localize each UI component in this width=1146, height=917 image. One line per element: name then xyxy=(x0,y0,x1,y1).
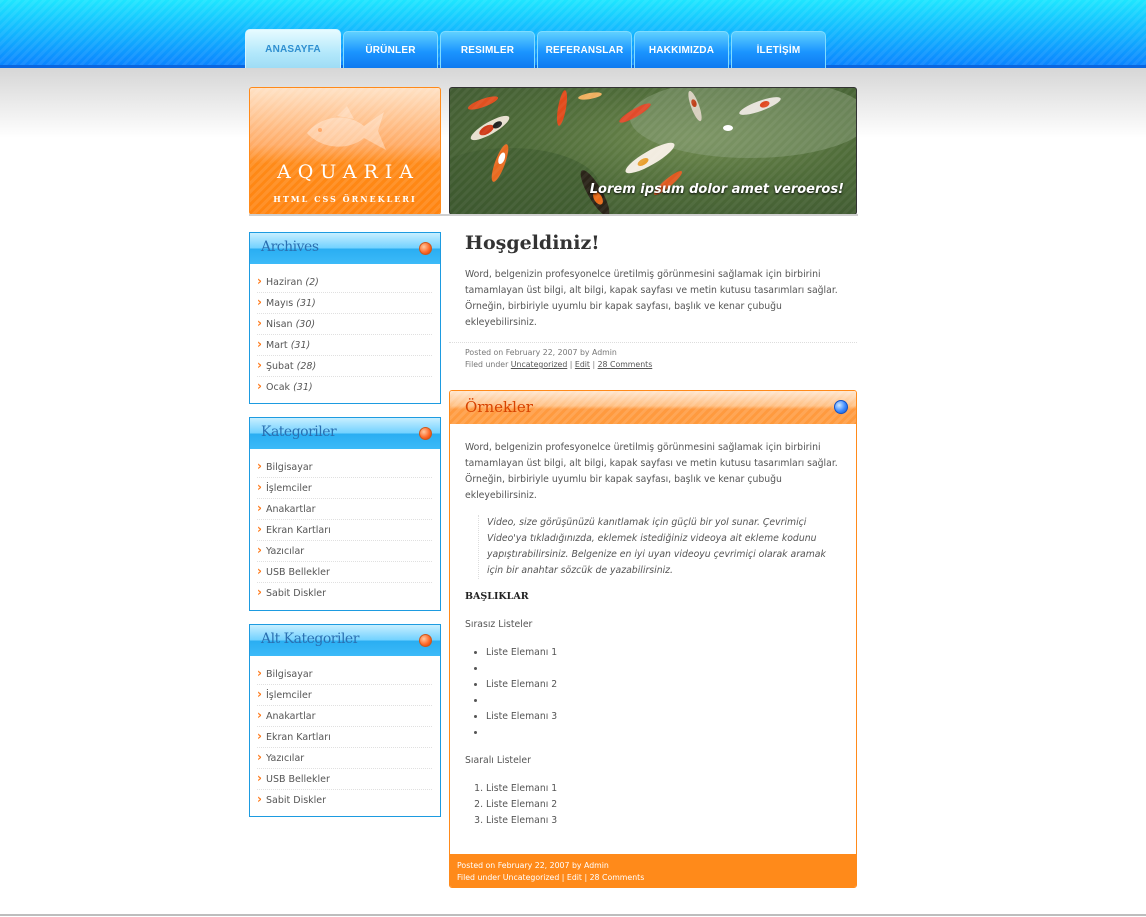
archive-item-label: Mayıs xyxy=(266,298,294,309)
category-item[interactable]: Yazıcılar xyxy=(257,540,432,562)
archives-header: Archives xyxy=(250,233,440,264)
list-item: Liste Elemanı 2 xyxy=(486,677,557,693)
comments-link[interactable]: 28 Comments xyxy=(590,873,645,882)
subcategories-list: Bilgisayar İşlemciler Anakartlar Ekran K… xyxy=(250,656,440,819)
orange-bullet-icon xyxy=(419,634,432,647)
examples-meta: Posted on February 22, 2007 by Admin Fil… xyxy=(450,854,856,887)
category-item[interactable]: Anakartlar xyxy=(257,498,432,520)
subcategory-item[interactable]: Yazıcılar xyxy=(257,747,432,769)
list-item: Liste Elemanı 1 xyxy=(486,781,557,797)
category-item[interactable]: İşlemciler xyxy=(257,477,432,499)
list-item xyxy=(486,693,557,709)
list-item xyxy=(486,661,557,677)
archive-item[interactable]: Mart (31) xyxy=(257,334,432,356)
ordered-list-title: Sıaralı Listeler xyxy=(465,755,531,766)
orange-bullet-icon xyxy=(419,427,432,440)
subcategories-box: Alt Kategoriler Bilgisayar İşlemciler An… xyxy=(249,624,441,817)
tab-iletisim[interactable]: İLETİŞİM xyxy=(731,31,826,68)
subcategory-item[interactable]: Bilgisayar xyxy=(257,663,432,685)
categories-box: Kategoriler Bilgisayar İşlemciler Anakar… xyxy=(249,417,441,611)
examples-heading: BAŞLIKLAR xyxy=(465,591,529,602)
welcome-text: Word, belgenizin profesyonelce üretilmiş… xyxy=(465,269,838,328)
footer-divider xyxy=(0,914,1146,916)
main-nav: ANASAYFA ÜRÜNLER RESIMLER REFERANSLAR HA… xyxy=(245,29,826,68)
logo-subtitle: HTML CSS ÖRNEKLERI xyxy=(273,194,417,204)
welcome-meta: Posted on February 22, 2007 by Admin Fil… xyxy=(465,347,652,371)
list-item: Liste Elemanı 2 xyxy=(486,797,557,813)
subcategory-item[interactable]: Sabit Diskler xyxy=(257,789,432,811)
category-link[interactable]: Uncategorized xyxy=(503,873,560,882)
archive-item-count: (30) xyxy=(295,319,316,330)
examples-header: Örnekler xyxy=(450,391,856,424)
banner-caption: Lorem ipsum dolor amet veroeros! xyxy=(589,182,844,197)
archive-item[interactable]: Haziran (2) xyxy=(257,271,432,293)
unordered-list: Liste Elemanı 1 Liste Elemanı 2 Liste El… xyxy=(486,645,557,741)
tab-resimler[interactable]: RESIMLER xyxy=(440,31,535,68)
examples-posted: Posted on February 22, 2007 by Admin xyxy=(457,861,609,870)
divider xyxy=(249,214,858,216)
comments-link[interactable]: 28 Comments xyxy=(598,360,653,369)
blue-bullet-icon xyxy=(834,400,848,414)
ordered-list: Liste Elemanı 1 Liste Elemanı 2 Liste El… xyxy=(486,781,557,829)
examples-box: Örnekler Word, belgenizin profesyonelce … xyxy=(449,390,857,888)
categories-header: Kategoriler xyxy=(250,418,440,449)
list-item: Liste Elemanı 1 xyxy=(486,645,557,661)
categories-list: Bilgisayar İşlemciler Anakartlar Ekran K… xyxy=(250,449,440,612)
archive-item-label: Mart xyxy=(266,340,288,351)
list-item: Liste Elemanı 3 xyxy=(486,709,557,725)
edit-link[interactable]: Edit xyxy=(575,360,590,369)
archive-item-count: (31) xyxy=(296,298,316,309)
tab-urunler[interactable]: ÜRÜNLER xyxy=(343,31,438,68)
archives-title: Archives xyxy=(261,239,319,255)
archive-item[interactable]: Mayıs (31) xyxy=(257,292,432,314)
list-item xyxy=(486,725,557,741)
category-link[interactable]: Uncategorized xyxy=(511,360,568,369)
archive-item-label: Şubat xyxy=(266,361,294,372)
list-item: Liste Elemanı 3 xyxy=(486,813,557,829)
category-item[interactable]: Sabit Diskler xyxy=(257,582,432,604)
archive-item-label: Haziran xyxy=(266,277,303,288)
subcategories-title: Alt Kategoriler xyxy=(261,631,359,647)
archive-item[interactable]: Şubat (28) xyxy=(257,355,432,377)
orange-bullet-icon xyxy=(419,242,432,255)
subcategory-item[interactable]: USB Bellekler xyxy=(257,768,432,790)
archive-item-count: (28) xyxy=(296,361,317,372)
examples-quote: Video, size görüşünüzü kanıtlamak için g… xyxy=(478,515,838,579)
subcategory-item[interactable]: Anakartlar xyxy=(257,705,432,727)
archive-item-count: (31) xyxy=(293,382,313,393)
filed-under-label: Filed under xyxy=(457,873,501,882)
examples-title: Örnekler xyxy=(465,398,533,416)
categories-title: Kategoriler xyxy=(261,424,337,440)
logo-title: AQUARIA xyxy=(277,161,420,183)
category-item[interactable]: Bilgisayar xyxy=(257,456,432,478)
archive-item[interactable]: Nisan (30) xyxy=(257,313,432,335)
filed-under-label: Filed under xyxy=(465,360,509,369)
category-item[interactable]: Ekran Kartları xyxy=(257,519,432,541)
archive-item-label: Ocak xyxy=(266,382,291,393)
fish-logo-icon xyxy=(307,106,386,150)
site-logo[interactable]: AQUARIA HTML CSS ÖRNEKLERI xyxy=(249,87,441,215)
examples-text: Word, belgenizin profesyonelce üretilmiş… xyxy=(465,442,838,501)
archive-item-count: (31) xyxy=(290,340,311,351)
edit-link[interactable]: Edit xyxy=(567,873,582,882)
archive-item-label: Nisan xyxy=(266,319,293,330)
header-banner: Lorem ipsum dolor amet veroeros! xyxy=(449,87,857,215)
welcome-filed: Filed under Uncategorized | Edit | 28 Co… xyxy=(465,360,653,369)
archives-list: Haziran (2) Mayıs (31) Nisan (30) Mart (… xyxy=(250,264,440,406)
subcategory-item[interactable]: İşlemciler xyxy=(257,684,432,706)
welcome-title: Hoşgeldiniz! xyxy=(465,232,600,254)
subcategory-item[interactable]: Ekran Kartları xyxy=(257,726,432,748)
examples-filed: Filed under Uncategorized | Edit | 28 Co… xyxy=(457,873,645,882)
archive-item[interactable]: Ocak (31) xyxy=(257,376,432,398)
post-separator xyxy=(449,342,857,343)
unordered-list-title: Sırasız Listeler xyxy=(465,619,533,630)
archive-item-count: (2) xyxy=(305,277,319,288)
category-item[interactable]: USB Bellekler xyxy=(257,561,432,583)
tab-referanslar[interactable]: REFERANSLAR xyxy=(537,31,632,68)
subcategories-header: Alt Kategoriler xyxy=(250,625,440,656)
tab-anasayfa[interactable]: ANASAYFA xyxy=(245,29,341,68)
tab-hakkimizda[interactable]: HAKKIMIZDA xyxy=(634,31,729,68)
welcome-posted: Posted on February 22, 2007 by Admin xyxy=(465,348,617,357)
archives-box: Archives Haziran (2) Mayıs (31) Nisan (3… xyxy=(249,232,441,404)
